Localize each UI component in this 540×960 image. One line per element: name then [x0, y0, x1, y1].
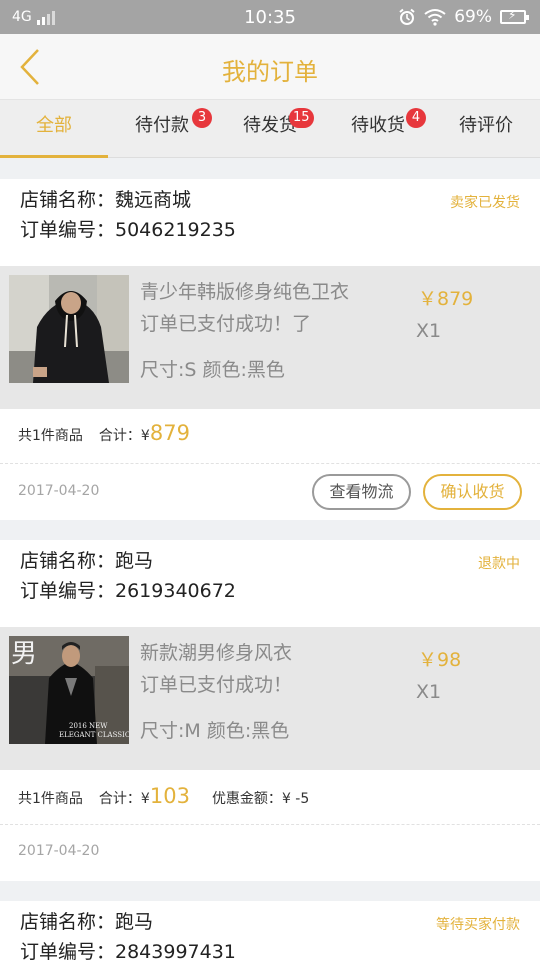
product-price: ￥879 — [418, 288, 474, 310]
view-logistics-button[interactable]: 查看物流 — [312, 474, 411, 510]
tab-label: 全部 — [36, 115, 72, 136]
order-card[interactable]: 店铺名称：跑马 订单编号：2843997431 等待买家付款 — [0, 901, 540, 960]
product-row[interactable]: 男 2016 NEW ELEGANT CLASSIC 新款潮男修身风衣 订单已支… — [0, 627, 540, 770]
product-image: 男 2016 NEW ELEGANT CLASSIC — [9, 636, 129, 744]
order-number: 订单编号：2619340672 — [20, 580, 236, 602]
item-count: 共1件商品 — [18, 428, 83, 444]
shop-name: 店铺名称：跑马 — [20, 550, 154, 572]
discount-amount: ¥ -5 — [281, 791, 310, 807]
tab-label: 待评价 — [459, 115, 513, 136]
order-card[interactable]: 店铺名称：跑马 订单编号：2619340672 退款中 男 2016 NEW E… — [0, 540, 540, 881]
alarm-icon — [399, 8, 415, 25]
count-badge: 15 — [289, 108, 314, 128]
order-number: 订单编号：2843997431 — [20, 941, 236, 960]
product-image — [9, 275, 129, 383]
order-tabs: 全部 待付款 3 待发货 15 待收货 4 待评价 — [0, 100, 540, 158]
discount-label: 优惠金额： — [211, 791, 282, 807]
active-tab-indicator — [0, 155, 108, 158]
order-date: 2017-04-20 — [18, 843, 100, 859]
order-number: 订单编号：5046219235 — [20, 219, 236, 241]
image-title: 男 — [11, 639, 37, 669]
count-badge: 4 — [406, 108, 426, 128]
image-caption: ELEGANT CLASSIC — [59, 731, 129, 739]
shop-name: 店铺名称：跑马 — [20, 911, 154, 933]
order-status: 等待买家付款 — [436, 917, 520, 933]
status-icons: 69% ⚡ — [398, 7, 529, 27]
battery-percent: 69% — [454, 7, 492, 27]
product-quantity: X1 — [416, 681, 442, 703]
tab-all[interactable]: 全部 — [0, 100, 108, 158]
status-bar: 4G 10:35 69% ⚡ — [0, 0, 540, 34]
order-status: 退款中 — [478, 556, 520, 572]
tab-label: 待收货 — [351, 115, 405, 136]
product-description: 订单已支付成功！ — [140, 674, 293, 696]
image-caption: 2016 NEW — [69, 722, 108, 730]
order-card[interactable]: 店铺名称：魏远商城 订单编号：5046219235 卖家已发货 青少年韩版修身纯… — [0, 179, 540, 520]
product-name: 青少年韩版修身纯色卫衣 — [140, 281, 350, 303]
product-spec: 尺寸:S 颜色:黑色 — [140, 359, 285, 381]
tab-label: 待付款 — [135, 115, 189, 136]
tab-pending-shipment[interactable]: 待发货 15 — [216, 100, 324, 158]
product-price: ￥98 — [418, 649, 462, 671]
total-amount: 103 — [149, 784, 190, 808]
shop-name: 店铺名称：魏远商城 — [20, 189, 192, 211]
page-title: 我的订单 — [222, 58, 318, 86]
tab-pending-review[interactable]: 待评价 — [432, 100, 540, 158]
total-label: 合计：¥ — [98, 428, 150, 444]
divider — [0, 824, 540, 825]
tab-pending-payment[interactable]: 待付款 3 — [108, 100, 216, 158]
product-row[interactable]: 青少年韩版修身纯色卫衣 订单已支付成功！了 尺寸:S 颜色:黑色 ￥879 X1 — [0, 266, 540, 409]
product-quantity: X1 — [416, 320, 442, 342]
tab-pending-receipt[interactable]: 待收货 4 — [324, 100, 432, 158]
product-spec: 尺寸:M 颜色:黑色 — [140, 720, 290, 742]
product-name: 新款潮男修身风衣 — [140, 642, 293, 664]
count-badge: 3 — [192, 108, 212, 128]
total-amount: 879 — [149, 421, 190, 445]
confirm-receipt-button[interactable]: 确认收货 — [423, 474, 522, 510]
product-description: 订单已支付成功！了 — [140, 313, 312, 335]
order-date: 2017-04-20 — [18, 483, 100, 499]
order-summary: 共1件商品 合计：¥ 103 优惠金额： ¥ -5 — [18, 784, 309, 808]
wifi-icon — [424, 9, 446, 26]
header: 我的订单 — [0, 34, 540, 100]
order-status: 卖家已发货 — [450, 195, 520, 211]
battery-icon: ⚡ — [500, 8, 529, 24]
item-count: 共1件商品 — [18, 791, 83, 807]
total-label: 合计：¥ — [98, 791, 150, 807]
divider — [0, 463, 540, 464]
order-summary: 共1件商品 合计：¥ 879 — [18, 421, 190, 445]
